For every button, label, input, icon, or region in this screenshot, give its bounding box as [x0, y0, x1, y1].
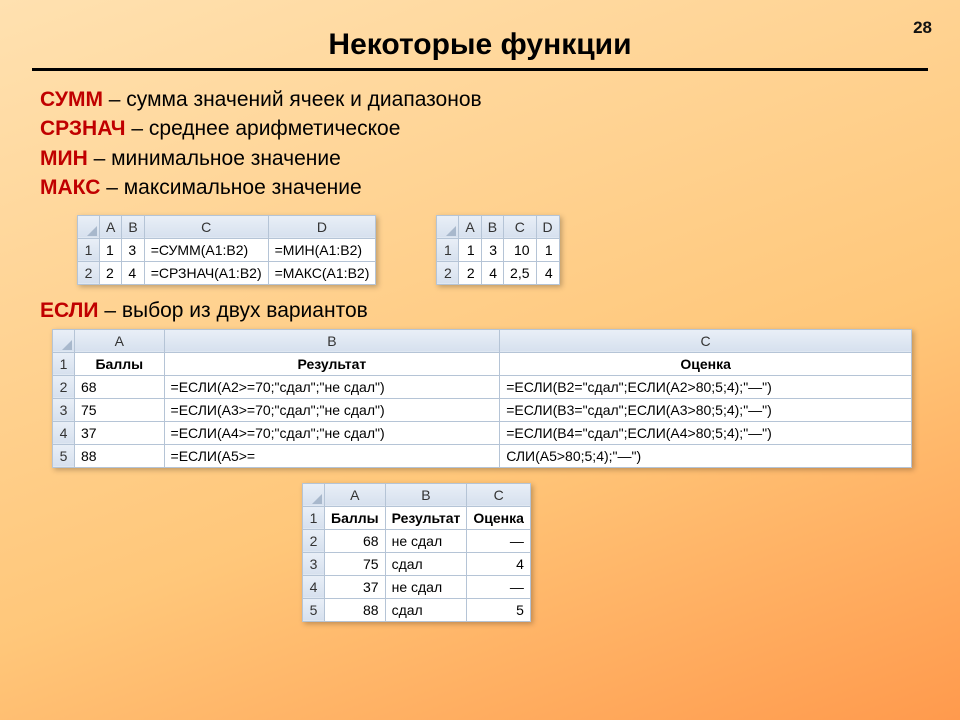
- cell: =МАКС(A1:B2): [268, 261, 376, 284]
- result-table: ABCD1131012242,54: [436, 215, 559, 285]
- cell: 2: [459, 261, 481, 284]
- function-name: МАКС: [40, 176, 100, 199]
- row-header: 5: [303, 598, 325, 621]
- cell: СЛИ(A5>80;5;4);"—"): [500, 444, 912, 467]
- cell: —: [467, 575, 531, 598]
- cell: 1: [536, 238, 559, 261]
- cell: 88: [75, 444, 165, 467]
- cell: 1: [100, 238, 122, 261]
- cell: =СРЗНАЧ(A1:B2): [144, 261, 268, 284]
- row-header: 2: [303, 529, 325, 552]
- cell: =ЕСЛИ(A4>=70;"сдал";"не сдал"): [164, 421, 500, 444]
- cell: 4: [122, 261, 144, 284]
- cell: 1: [459, 238, 481, 261]
- col-header: D: [536, 215, 559, 238]
- col-header: A: [325, 483, 386, 506]
- cell: 3: [481, 238, 503, 261]
- cell: 3: [122, 238, 144, 261]
- header-cell: Результат: [164, 352, 500, 375]
- cell: 2: [100, 261, 122, 284]
- title-underline: [32, 68, 928, 71]
- function-desc: – минимальное значение: [88, 147, 341, 170]
- function-desc: – среднее арифметическое: [126, 117, 401, 140]
- page-title: Некоторые функции: [32, 28, 928, 62]
- row-header: 3: [53, 398, 75, 421]
- col-header: C: [504, 215, 536, 238]
- function-name: МИН: [40, 147, 88, 170]
- cell: =МИН(A1:B2): [268, 238, 376, 261]
- cell: —: [467, 529, 531, 552]
- cell: 5: [467, 598, 531, 621]
- cell: =ЕСЛИ(A5>=: [164, 444, 500, 467]
- cell: 4: [467, 552, 531, 575]
- header-cell: Результат: [385, 506, 467, 529]
- esli-formula-table: ABC 1БаллыРезультатОценка 268=ЕСЛИ(A2>=70;…: [52, 329, 912, 468]
- cell: 4: [536, 261, 559, 284]
- cell: =ЕСЛИ(B3="сдал";ЕСЛИ(A3>80;5;4);"—"): [500, 398, 912, 421]
- row-header: 2: [437, 261, 459, 284]
- cell: =СУММ(A1:B2): [144, 238, 268, 261]
- col-header: B: [122, 215, 144, 238]
- cell: 37: [75, 421, 165, 444]
- col-header: C: [500, 329, 912, 352]
- col-header: B: [164, 329, 500, 352]
- cell: сдал: [385, 598, 467, 621]
- function-definitions: СУММ – сумма значений ячеек и диапазонов…: [40, 85, 928, 203]
- cell: 2,5: [504, 261, 536, 284]
- function-name: СРЗНАЧ: [40, 117, 126, 140]
- row-header: 1: [78, 238, 100, 261]
- row-header: 1: [303, 506, 325, 529]
- cell: сдал: [385, 552, 467, 575]
- col-header: C: [144, 215, 268, 238]
- cell: 68: [325, 529, 386, 552]
- cell: =ЕСЛИ(A2>=70;"сдал";"не сдал"): [164, 375, 500, 398]
- cell: 4: [481, 261, 503, 284]
- cell: не сдал: [385, 529, 467, 552]
- cell: не сдал: [385, 575, 467, 598]
- header-cell: Оценка: [467, 506, 531, 529]
- col-header: C: [467, 483, 531, 506]
- cell: 75: [325, 552, 386, 575]
- col-header: A: [100, 215, 122, 238]
- esli-result-table: ABC1БаллыРезультатОценка268не сдал—375сд…: [302, 483, 531, 622]
- cell: =ЕСЛИ(B4="сдал";ЕСЛИ(A4>80;5;4);"—"): [500, 421, 912, 444]
- row-header: 2: [78, 261, 100, 284]
- col-header: B: [481, 215, 503, 238]
- cell: =ЕСЛИ(A3>=70;"сдал";"не сдал"): [164, 398, 500, 421]
- row-header: 1: [53, 352, 75, 375]
- header-cell: Баллы: [325, 506, 386, 529]
- cell: 10: [504, 238, 536, 261]
- col-header: B: [385, 483, 467, 506]
- function-desc: – сумма значений ячеек и диапазонов: [103, 88, 482, 111]
- function-desc: – максимальное значение: [100, 176, 361, 199]
- formula-table: ABCD 113=СУММ(A1:B2)=МИН(A1:B2) 224=СРЗНАЧ…: [77, 215, 376, 285]
- esli-definition: ЕСЛИ – выбор из двух вариантов: [40, 299, 928, 323]
- col-header: A: [459, 215, 481, 238]
- cell: 88: [325, 598, 386, 621]
- esli-fn: ЕСЛИ: [40, 299, 98, 322]
- header-cell: Оценка: [500, 352, 912, 375]
- esli-desc: – выбор из двух вариантов: [98, 299, 367, 322]
- header-cell: Баллы: [75, 352, 165, 375]
- cell: 37: [325, 575, 386, 598]
- row-header: 3: [303, 552, 325, 575]
- cell: =ЕСЛИ(B2="сдал";ЕСЛИ(A2>80;5;4);"—"): [500, 375, 912, 398]
- cell: 68: [75, 375, 165, 398]
- row-header: 1: [437, 238, 459, 261]
- page-number: 28: [913, 18, 932, 38]
- cell: 75: [75, 398, 165, 421]
- row-header: 5: [53, 444, 75, 467]
- row-header: 2: [53, 375, 75, 398]
- row-header: 4: [303, 575, 325, 598]
- col-header: D: [268, 215, 376, 238]
- col-header: A: [75, 329, 165, 352]
- function-name: СУММ: [40, 88, 103, 111]
- row-header: 4: [53, 421, 75, 444]
